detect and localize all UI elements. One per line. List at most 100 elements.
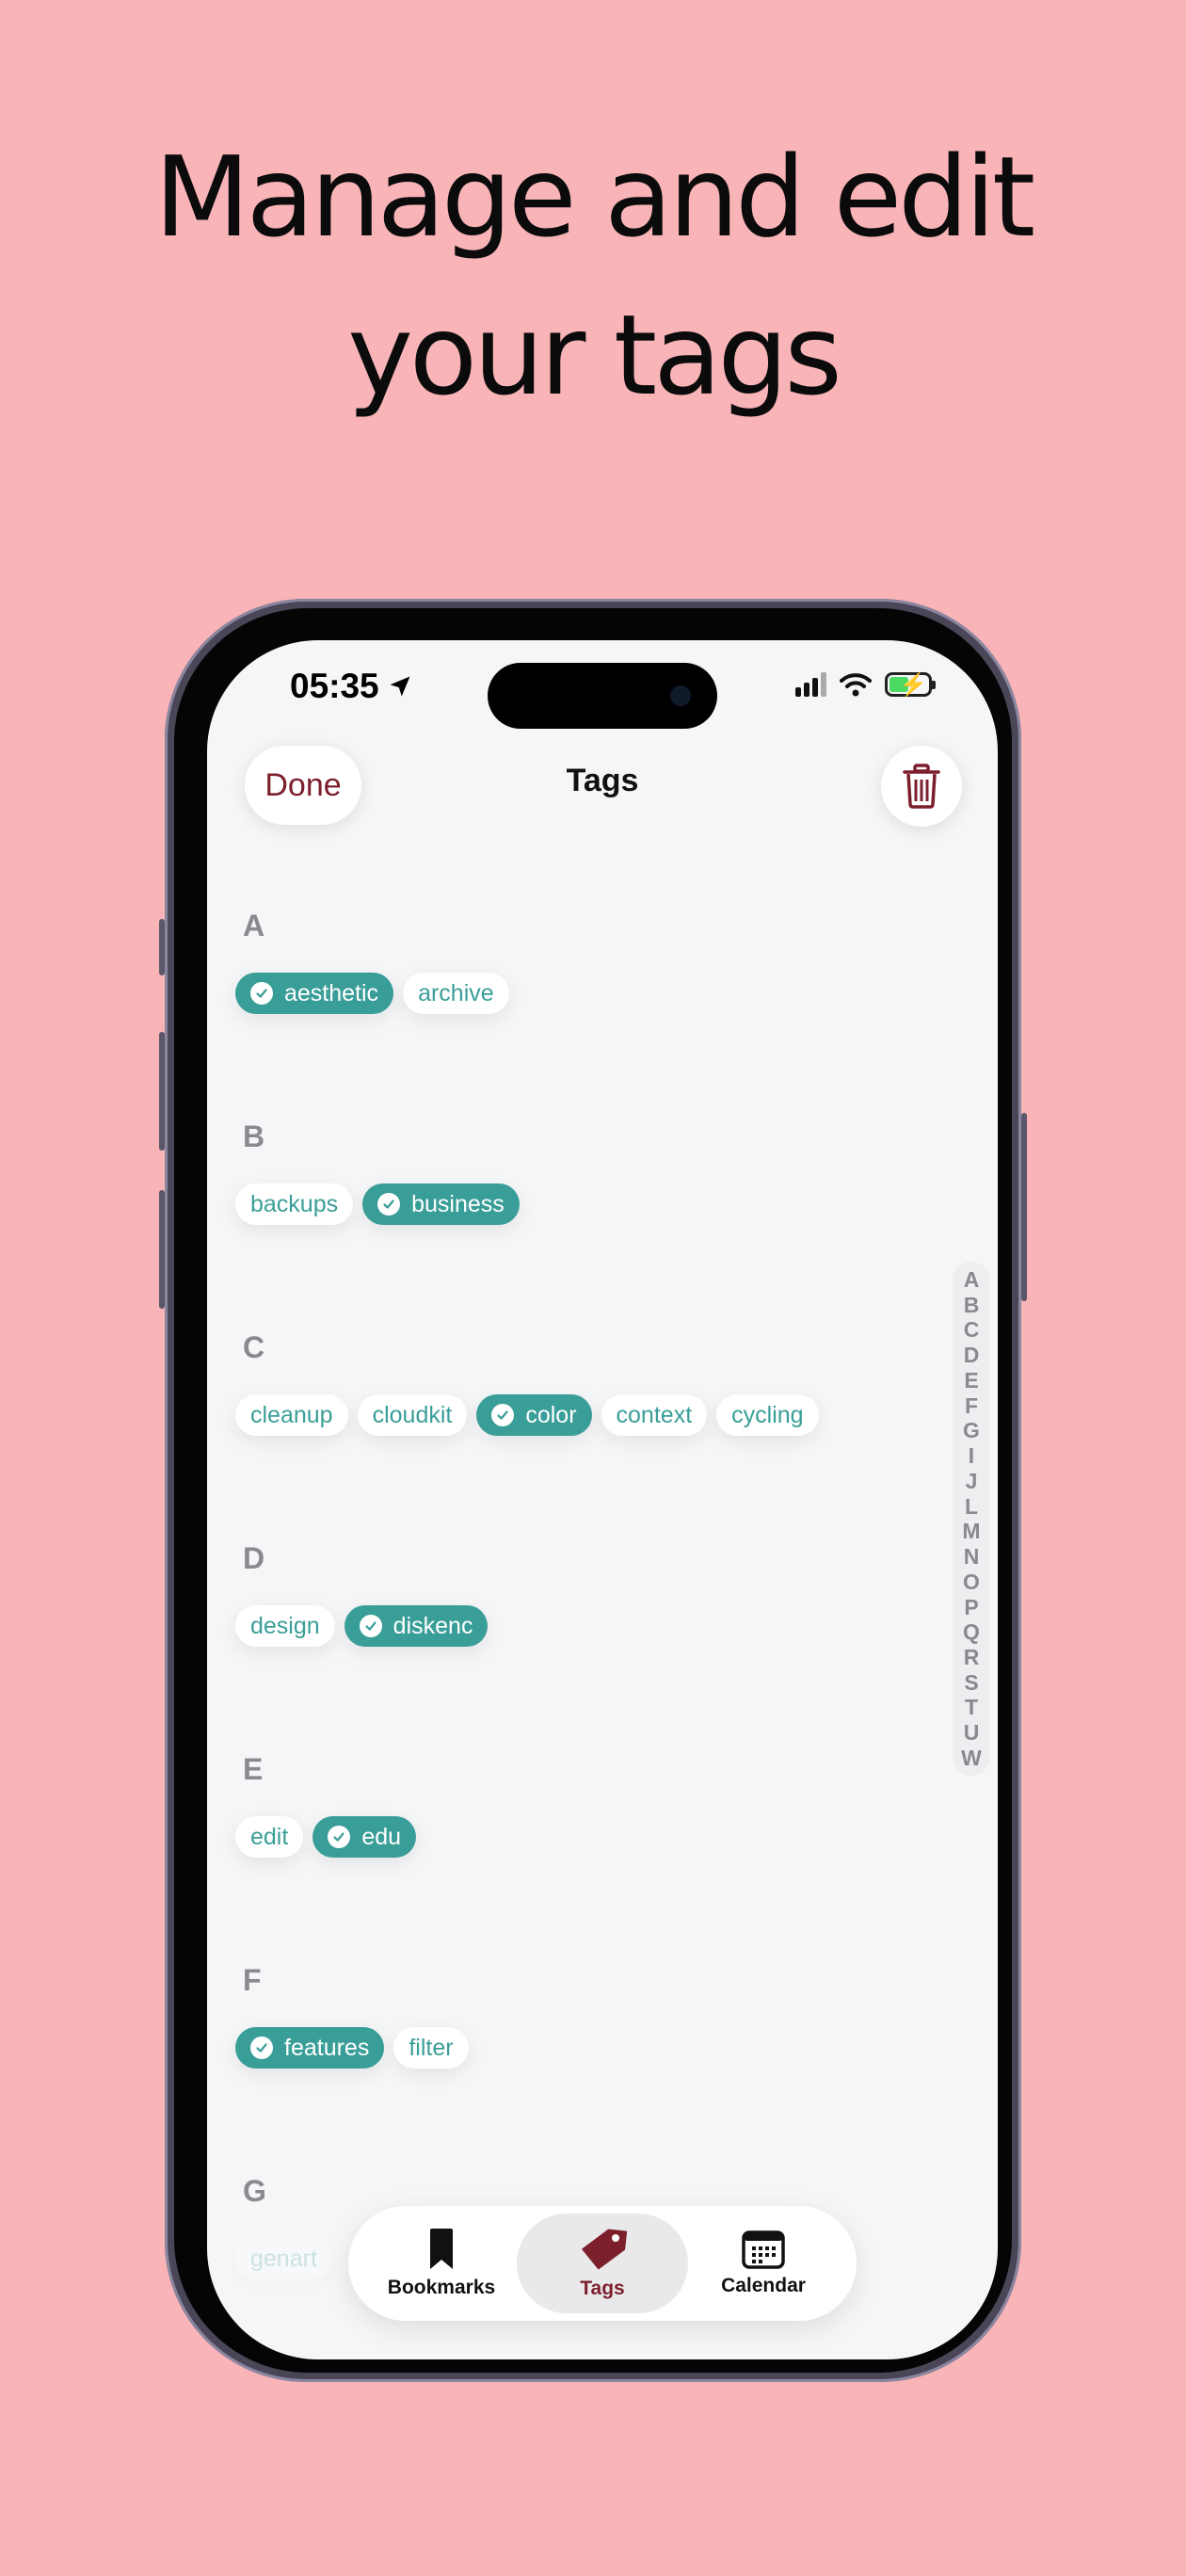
tag-chip[interactable]: context	[601, 1394, 708, 1436]
checkmark-icon	[359, 1615, 382, 1637]
status-time: 05:35	[290, 667, 413, 706]
headline-line-2: your tags	[347, 290, 842, 420]
tag-label: archive	[418, 979, 494, 1006]
alphabet-index[interactable]: ABCDEFGIJLMNOPQRSTUW	[953, 1262, 990, 1776]
cellular-signal-icon	[795, 672, 826, 697]
section-header: E	[243, 1752, 264, 1786]
tab-calendar[interactable]: Calendar	[678, 2214, 849, 2313]
wifi-icon	[840, 673, 872, 697]
tag-icon	[581, 2229, 627, 2270]
volume-up-button	[159, 1032, 165, 1151]
tab-bookmarks[interactable]: Bookmarks	[356, 2214, 527, 2313]
index-letter[interactable]: D	[964, 1343, 980, 1367]
index-letter[interactable]: J	[966, 1469, 978, 1493]
tag-chip[interactable]: edit	[235, 1816, 304, 1858]
dynamic-island	[488, 663, 717, 729]
index-letter[interactable]: M	[962, 1519, 980, 1543]
tag-chip[interactable]: business	[362, 1183, 520, 1225]
tag-row: genart	[235, 2238, 332, 2279]
tag-chip[interactable]: cleanup	[235, 1394, 348, 1436]
index-letter[interactable]: N	[964, 1544, 980, 1569]
index-letter[interactable]: W	[961, 1746, 982, 1770]
index-letter[interactable]: F	[965, 1393, 978, 1418]
location-arrow-icon	[390, 676, 410, 697]
tag-row: edit edu	[235, 1816, 417, 1858]
tab-tags[interactable]: Tags	[517, 2214, 688, 2313]
tag-label: backups	[250, 1190, 339, 1217]
section-header: B	[243, 1119, 265, 1153]
tag-chip[interactable]: features	[235, 2027, 385, 2069]
headline-line-1: Manage and edit	[153, 132, 1035, 262]
power-button	[1021, 1113, 1027, 1301]
index-letter[interactable]: U	[964, 1720, 980, 1745]
checkmark-icon	[328, 1826, 351, 1848]
tag-label: edit	[250, 1823, 289, 1850]
mute-switch	[159, 919, 165, 975]
tag-label: features	[284, 2034, 370, 2061]
tag-label: aesthetic	[284, 979, 379, 1006]
checkmark-icon	[250, 2037, 273, 2059]
app-screen: 05:35 ⚡ Done Tags A aesthetic archive B …	[207, 640, 998, 2359]
tag-label: context	[616, 1401, 693, 1428]
index-letter[interactable]: E	[964, 1368, 978, 1393]
status-time-text: 05:35	[290, 667, 379, 705]
tag-label: cloudkit	[372, 1401, 453, 1428]
tag-chip[interactable]: cloudkit	[357, 1394, 468, 1436]
section-header: G	[243, 2174, 266, 2208]
checkmark-icon	[377, 1193, 401, 1216]
index-letter[interactable]: G	[963, 1418, 980, 1442]
checkmark-icon	[491, 1404, 515, 1426]
tag-chip[interactable]: aesthetic	[235, 973, 394, 1014]
camera	[670, 685, 691, 706]
tag-row: aesthetic archive	[235, 973, 509, 1014]
status-indicators: ⚡	[795, 672, 936, 698]
tag-label: cycling	[731, 1401, 804, 1428]
section-header: C	[243, 1330, 265, 1364]
tag-chip[interactable]: color	[476, 1394, 592, 1436]
index-letter[interactable]: P	[964, 1595, 978, 1619]
index-letter[interactable]: B	[964, 1293, 980, 1317]
index-letter[interactable]: L	[965, 1494, 978, 1519]
tag-label: business	[411, 1190, 505, 1217]
tag-label: cleanup	[250, 1401, 333, 1428]
index-letter[interactable]: O	[963, 1570, 980, 1594]
tag-row: features filter	[235, 2027, 469, 2069]
tab-tags-label: Tags	[580, 2278, 625, 2299]
index-letter[interactable]: I	[969, 1443, 974, 1468]
tag-chip[interactable]: archive	[403, 973, 509, 1014]
tag-label: diskenc	[393, 1612, 473, 1639]
section-header: D	[243, 1541, 265, 1575]
index-letter[interactable]: C	[964, 1317, 980, 1342]
tag-label: filter	[409, 2034, 454, 2061]
tag-label: edu	[361, 1823, 402, 1850]
tab-bookmarks-label: Bookmarks	[387, 2277, 496, 2298]
section-header: F	[243, 1963, 262, 1997]
checkmark-icon	[250, 982, 273, 1005]
tag-row: backups business	[235, 1183, 520, 1225]
tab-bar: Bookmarks Tags Calendar	[348, 2206, 857, 2321]
tag-chip[interactable]: backups	[235, 1183, 354, 1225]
tag-chip[interactable]: edu	[313, 1816, 417, 1858]
tag-chip[interactable]: diskenc	[344, 1605, 489, 1647]
bookmark-icon	[430, 2229, 453, 2269]
tag-label: color	[525, 1401, 577, 1428]
tag-row: design diskenc	[235, 1605, 489, 1647]
index-letter[interactable]: T	[965, 1695, 978, 1719]
tag-chip[interactable]: filter	[393, 2027, 469, 2069]
volume-down-button	[159, 1190, 165, 1309]
tag-chip[interactable]: cycling	[716, 1394, 819, 1436]
page-title: Tags	[566, 763, 639, 798]
phone-frame: 05:35 ⚡ Done Tags A aesthetic archive B …	[159, 599, 1027, 2382]
index-letter[interactable]: A	[964, 1267, 980, 1292]
index-letter[interactable]: Q	[963, 1619, 980, 1644]
tab-calendar-label: Calendar	[721, 2275, 806, 2296]
section-header: A	[243, 909, 265, 942]
battery-charging-icon: ⚡	[885, 672, 936, 698]
index-letter[interactable]: R	[964, 1645, 980, 1669]
index-letter[interactable]: S	[964, 1670, 978, 1695]
phone-bezel: 05:35 ⚡ Done Tags A aesthetic archive B …	[174, 608, 1012, 2373]
tag-chip[interactable]: genart	[235, 2238, 332, 2279]
delete-button[interactable]	[881, 746, 962, 827]
tag-chip[interactable]: design	[235, 1605, 335, 1647]
tag-label: genart	[250, 2245, 317, 2272]
